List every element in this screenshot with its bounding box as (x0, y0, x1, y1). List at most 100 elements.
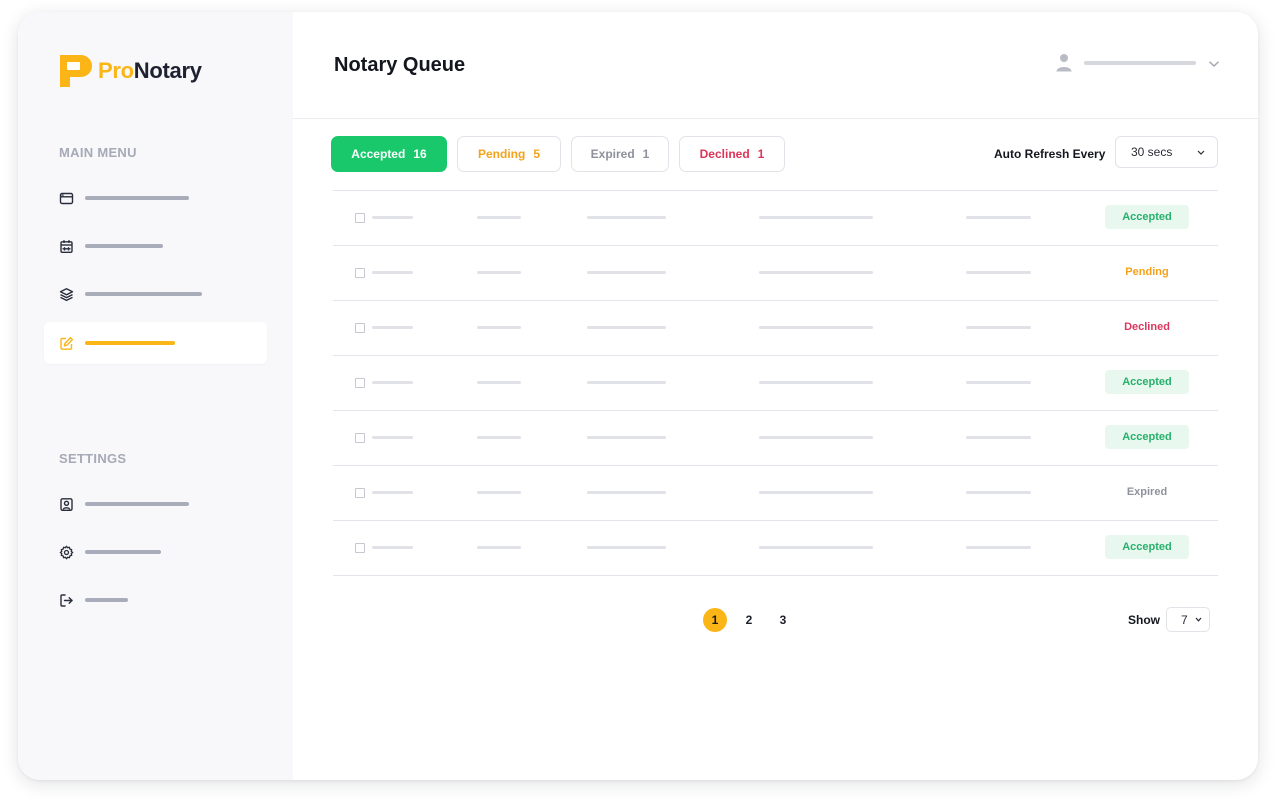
show-label: Show (1128, 613, 1160, 627)
table-cell-placeholder (477, 491, 521, 494)
table-row[interactable]: Accepted (333, 521, 1218, 576)
status-badge: Declined (1124, 321, 1170, 333)
row-checkbox[interactable] (355, 213, 365, 223)
table-cell-placeholder (587, 491, 666, 494)
tab-expired[interactable]: Expired 1 (571, 136, 669, 172)
table-cell-placeholder (587, 436, 666, 439)
sidebar: ProNotary MAIN MENU SETTINGS (18, 12, 293, 780)
table-cell-placeholder (477, 381, 521, 384)
logo-text-pro: Pro (98, 58, 134, 83)
nav-item-3[interactable] (44, 273, 267, 315)
table-row[interactable]: Accepted (333, 356, 1218, 411)
table-row[interactable]: Declined (333, 301, 1218, 356)
user-profile-icon (59, 497, 74, 512)
user-menu[interactable] (1055, 53, 1220, 73)
logout-icon (59, 593, 74, 608)
table-cell-placeholder (759, 491, 873, 494)
edit-icon (59, 336, 74, 351)
calendar-icon (59, 239, 74, 254)
table-cell-placeholder (372, 491, 413, 494)
table-cell-placeholder (966, 546, 1031, 549)
nav-item-logout[interactable] (44, 579, 267, 621)
tab-expired-label: Expired (590, 147, 635, 161)
table-cell-placeholder (477, 546, 521, 549)
row-checkbox[interactable] (355, 378, 365, 388)
rows-per-page-select[interactable]: 7 (1166, 607, 1210, 632)
rows-per-page-value: 7 (1181, 612, 1188, 627)
table-cell-placeholder (966, 491, 1031, 494)
page-button-1[interactable]: 1 (703, 608, 727, 632)
nav-item-settings[interactable] (44, 531, 267, 573)
tab-declined[interactable]: Declined 1 (679, 136, 785, 172)
status-badge: Accepted (1105, 205, 1189, 229)
table-row[interactable]: Expired (333, 466, 1218, 521)
table-cell-placeholder (477, 436, 521, 439)
tab-accepted-count: 16 (413, 147, 427, 161)
tab-pending-label: Pending (477, 147, 526, 161)
table-cell-placeholder (966, 381, 1031, 384)
app-window: ProNotary MAIN MENU SETTINGS Notary Queu… (18, 12, 1258, 780)
table-cell-placeholder (759, 216, 873, 219)
queue-table: Accepted Pending Declined Accepted Accepted E… (333, 190, 1218, 576)
status-badge: Accepted (1105, 425, 1189, 449)
nav-item-1-label (85, 196, 189, 200)
table-cell-placeholder (587, 216, 666, 219)
status-badge: Expired (1126, 486, 1168, 498)
table-cell-placeholder (966, 271, 1031, 274)
layers-icon (59, 287, 74, 302)
logo[interactable]: ProNotary (59, 54, 202, 88)
table-cell-placeholder (966, 216, 1031, 219)
nav-item-logout-label (85, 598, 128, 602)
auto-refresh-select[interactable]: 30 secs (1115, 136, 1218, 168)
user-name (1084, 61, 1196, 65)
row-checkbox[interactable] (355, 323, 365, 333)
nav-item-2[interactable] (44, 225, 267, 267)
table-cell-placeholder (759, 326, 873, 329)
table-cell-placeholder (372, 271, 413, 274)
table-cell-placeholder (477, 271, 521, 274)
nav-item-3-label (85, 292, 202, 296)
page-title: Notary Queue (334, 54, 466, 76)
status-badge: Accepted (1105, 535, 1189, 559)
table-cell-placeholder (372, 326, 413, 329)
chevron-down-icon (1208, 60, 1220, 68)
row-checkbox[interactable] (355, 543, 365, 553)
nav-item-notary-queue[interactable] (44, 322, 267, 364)
table-cell-placeholder (372, 216, 413, 219)
tab-declined-label: Declined (699, 147, 750, 161)
table-cell-placeholder (372, 381, 413, 384)
table-cell-placeholder (759, 271, 873, 274)
tab-declined-count: 1 (757, 147, 765, 161)
nav-item-profile[interactable] (44, 483, 267, 525)
page-button-3[interactable]: 3 (771, 608, 795, 632)
page-button-2[interactable]: 2 (737, 608, 761, 632)
table-cell-placeholder (587, 546, 666, 549)
table-row[interactable]: Pending (333, 246, 1218, 301)
tab-pending[interactable]: Pending 5 (457, 136, 561, 172)
table-cell-placeholder (372, 436, 413, 439)
row-checkbox[interactable] (355, 268, 365, 278)
nav-item-1[interactable] (44, 177, 267, 219)
table-cell-placeholder (372, 546, 413, 549)
table-row[interactable]: Accepted (333, 191, 1218, 246)
tab-expired-count: 1 (642, 147, 650, 161)
gear-icon (59, 545, 74, 560)
row-checkbox[interactable] (355, 433, 365, 443)
table-cell-placeholder (477, 326, 521, 329)
table-cell-placeholder (759, 381, 873, 384)
table-row[interactable]: Accepted (333, 411, 1218, 466)
table-cell-placeholder (587, 271, 666, 274)
nav-item-settings-label (85, 550, 161, 554)
pronotary-logo-icon (60, 55, 92, 87)
row-checkbox[interactable] (355, 488, 365, 498)
nav-item-2-label (85, 244, 163, 248)
tab-accepted[interactable]: Accepted 16 (331, 136, 447, 172)
tab-accepted-label: Accepted (351, 147, 406, 161)
table-cell-placeholder (587, 381, 666, 384)
table-cell-placeholder (966, 326, 1031, 329)
auto-refresh-value: 30 secs (1131, 145, 1173, 159)
table-cell-placeholder (587, 326, 666, 329)
header: Notary Queue (293, 12, 1258, 119)
status-tabs: Accepted 16 Pending 5 Expired 1 Declined… (331, 136, 795, 172)
settings-label: SETTINGS (59, 451, 127, 466)
